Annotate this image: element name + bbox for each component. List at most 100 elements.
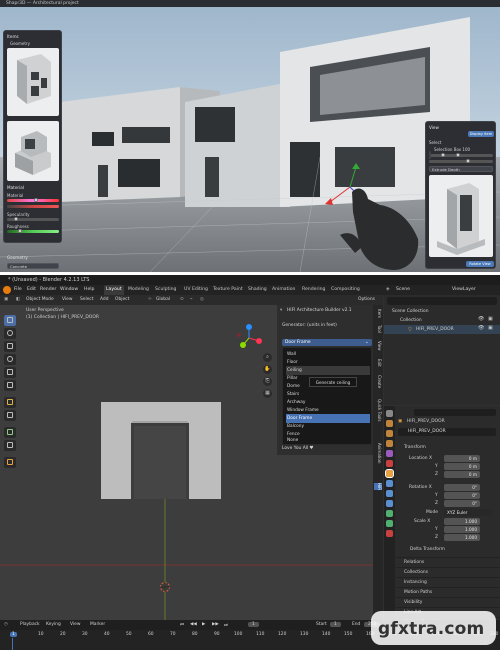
ortho-grid-icon[interactable]: ▦ (263, 389, 272, 398)
menu-help[interactable]: Help (84, 285, 94, 295)
navigation-gizmo[interactable] (234, 323, 264, 353)
output-props-icon[interactable] (386, 430, 393, 437)
menu-edit[interactable]: Edit (27, 285, 36, 295)
delta-transform-section[interactable]: Delta Transform (396, 545, 500, 554)
tab-rendering[interactable]: Rendering (302, 285, 325, 295)
world-props-icon[interactable] (386, 460, 393, 467)
prev-key-icon[interactable]: ◀◀ (190, 622, 197, 627)
specularity-knob[interactable] (14, 217, 18, 221)
menu-file[interactable]: File (14, 285, 22, 295)
preview-cube-thumbnail[interactable] (7, 48, 59, 116)
instancing-section[interactable]: Instancing (396, 577, 500, 586)
zoom-icon[interactable]: ⌕ (263, 353, 272, 362)
side-tab-hifi[interactable]: HiFi (374, 483, 382, 491)
material-props-icon[interactable] (386, 530, 393, 537)
timeline-menu-keying[interactable]: Keying (46, 622, 61, 627)
render-props-icon[interactable] (386, 420, 393, 427)
generator-dropdown[interactable]: Door Frame (282, 339, 372, 346)
particles-props-icon[interactable] (386, 490, 393, 497)
jump-end-icon[interactable]: ⏭ (224, 622, 228, 628)
timeline-menu-view[interactable]: View (70, 622, 80, 627)
rotation-mode-select[interactable]: XYZ Euler (444, 509, 492, 516)
object-visibility-icon[interactable]: 👁 (478, 325, 484, 331)
location-y-field[interactable]: 0 m (444, 463, 480, 470)
section-geometry[interactable]: Geometry (10, 41, 30, 46)
play-icon[interactable]: ▶ (202, 622, 205, 627)
properties-search[interactable] (414, 409, 496, 416)
tab-uv-editing[interactable]: UV Editing (184, 285, 208, 295)
material-secondary-bar[interactable] (7, 205, 59, 208)
side-tab-tool[interactable]: Tool (374, 325, 382, 333)
current-frame-field[interactable]: 1 (248, 622, 259, 627)
tab-shading[interactable]: Shading (248, 285, 267, 295)
scale-x-field[interactable]: 1.000 (444, 518, 480, 525)
selection-knob-b[interactable] (456, 153, 460, 157)
playhead-frame[interactable]: 1 (10, 632, 17, 637)
object-name-field[interactable]: HIFI_PREV_DOOR (398, 428, 496, 436)
motion-paths-section[interactable]: Motion Paths (396, 587, 500, 596)
addon-collapse-icon[interactable]: ▾ (280, 308, 282, 313)
geometry-material-select[interactable]: Concrete (7, 263, 59, 269)
object-render-icon[interactable]: ▣ (488, 325, 493, 331)
side-tab-item[interactable]: Item (374, 309, 382, 318)
menu-window[interactable]: Window (60, 285, 78, 295)
extrude-depth-field[interactable]: Extrude Depth (429, 166, 493, 172)
tab-layout[interactable]: Layout (104, 285, 124, 295)
material-color-bar[interactable] (7, 199, 59, 202)
menu-item-none[interactable]: None (286, 437, 370, 445)
timeline-menu-playback[interactable]: Playback (20, 622, 40, 627)
side-tab-animation[interactable]: Animation (374, 443, 382, 463)
view-layer-props-icon[interactable] (386, 440, 393, 447)
tab-animation[interactable]: Animation (272, 285, 295, 295)
secondary-slider[interactable] (429, 160, 493, 163)
next-key-icon[interactable]: ▶▶ (212, 622, 219, 627)
secondary-knob[interactable] (466, 159, 470, 163)
material-color-knob[interactable] (34, 198, 38, 202)
scale-z-field[interactable]: 1.000 (444, 534, 480, 541)
side-tab-view[interactable]: View (374, 341, 382, 351)
chevron-down-icon[interactable]: ⌄ (365, 339, 369, 346)
roughness-knob[interactable] (18, 229, 22, 233)
camera-view-icon[interactable]: ⎘ (263, 377, 272, 386)
selection-knob-a[interactable] (441, 153, 445, 157)
tab-compositing[interactable]: Compositing (331, 285, 360, 295)
modifier-props-icon[interactable] (386, 480, 393, 487)
rotation-z-field[interactable]: 0° (444, 500, 480, 507)
start-frame-field[interactable]: 1 (330, 622, 341, 627)
outliner-search[interactable] (387, 297, 497, 305)
scene-icon[interactable]: ◈ (386, 285, 390, 295)
location-z-field[interactable]: 0 m (444, 471, 480, 478)
outliner-scene-collection[interactable]: Scene Collection (384, 307, 500, 316)
rotate-view-button[interactable]: Rotate View (466, 261, 494, 267)
location-x-field[interactable]: 0 m (444, 455, 480, 462)
collections-section[interactable]: Collections (396, 567, 500, 576)
side-tab-quick-tools[interactable]: Quick Tools (374, 399, 382, 421)
collection-render-icon[interactable]: ▣ (488, 316, 493, 322)
side-tab-edit[interactable]: Edit (374, 359, 382, 367)
rotation-x-field[interactable]: 0° (444, 484, 480, 491)
pan-hand-icon[interactable]: ✋ (263, 365, 272, 374)
data-props-icon[interactable] (386, 520, 393, 527)
tab-texture-paint[interactable]: Texture Paint (213, 285, 243, 295)
constraint-props-icon[interactable] (386, 510, 393, 517)
view-preview-thumbnail[interactable] (429, 175, 493, 257)
roughness-slider[interactable] (7, 230, 59, 233)
scale-y-field[interactable]: 1.000 (444, 526, 480, 533)
physics-props-icon[interactable] (386, 500, 393, 507)
viewlayer-selector[interactable]: ViewLayer (452, 285, 476, 295)
scene-props-icon[interactable] (386, 450, 393, 457)
jump-start-icon[interactable]: ⏮ (180, 622, 184, 628)
selection-slider[interactable] (429, 154, 493, 157)
blender-logo-icon[interactable] (3, 286, 11, 294)
visibility-section[interactable]: Visibility (396, 597, 500, 606)
relations-section[interactable]: Relations (396, 557, 500, 566)
preview-model-thumbnail[interactable] (7, 121, 59, 181)
timeline-menu-marker[interactable]: Marker (90, 622, 105, 627)
display-item-button[interactable]: Display Item (468, 131, 494, 137)
rotation-y-field[interactable]: 0° (444, 492, 480, 499)
side-tab-create[interactable]: Create (374, 375, 382, 388)
scene-selector[interactable]: Scene (396, 285, 410, 295)
collection-visibility-icon[interactable]: 👁 (478, 316, 484, 322)
transform-section-header[interactable]: Transform (396, 443, 500, 452)
timeline-editor-icon[interactable]: ◷ (4, 622, 8, 627)
